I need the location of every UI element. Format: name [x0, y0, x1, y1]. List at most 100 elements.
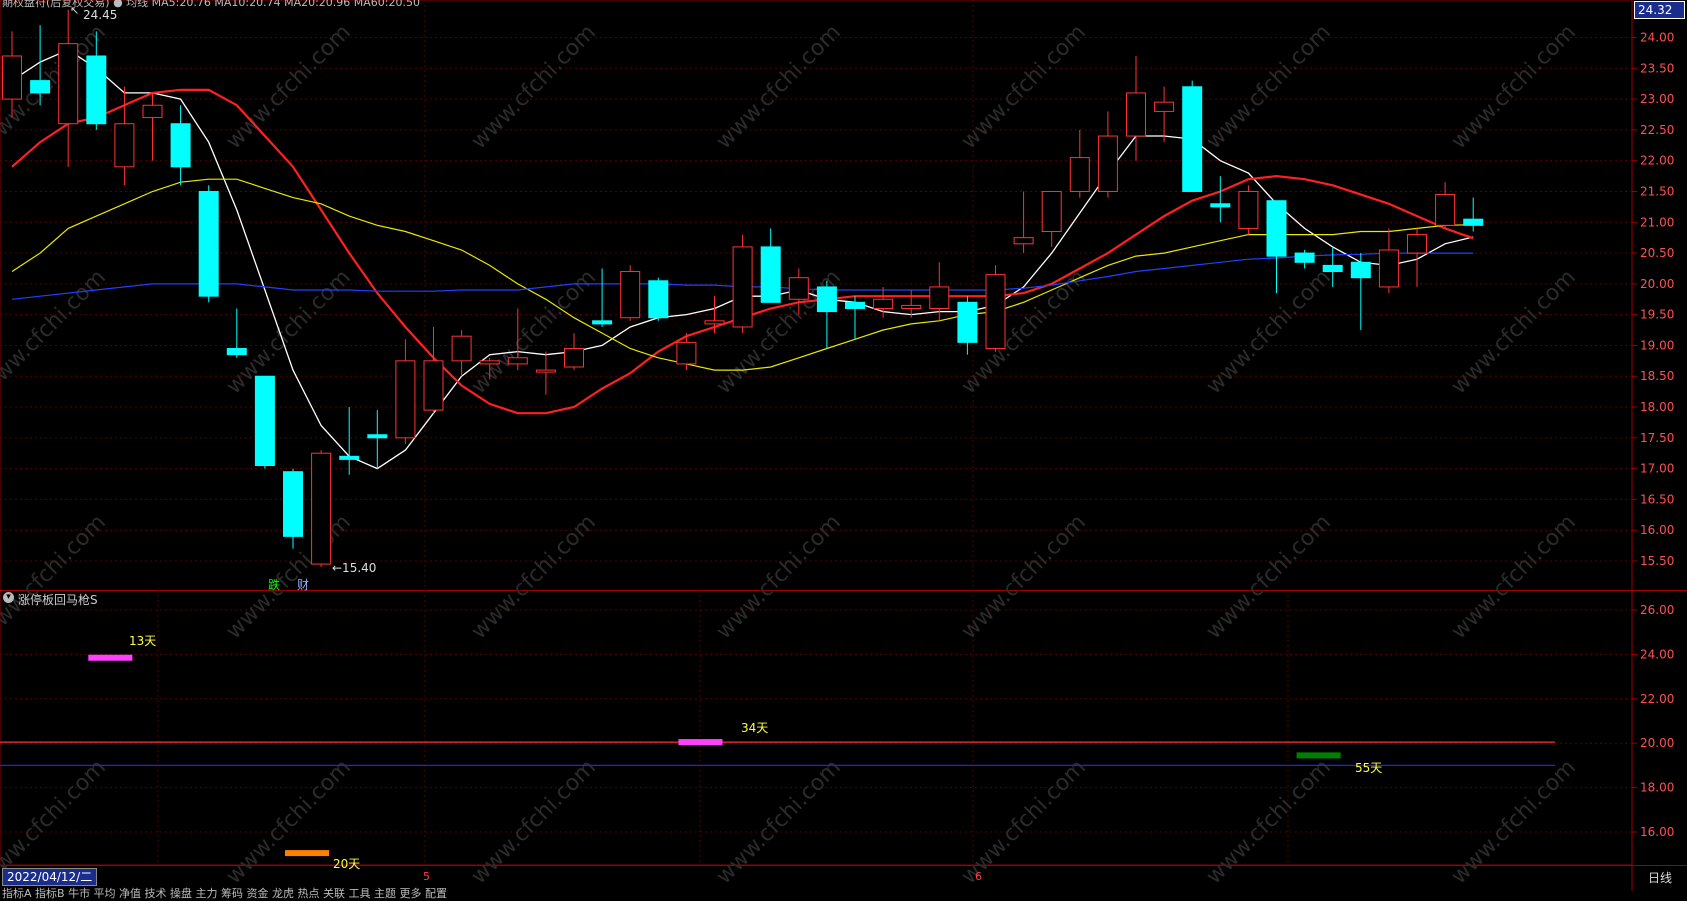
candle-body: [86, 55, 107, 125]
candle-body: [957, 301, 978, 343]
price-tick-label: 23.00: [1640, 92, 1674, 106]
candle-body: [423, 360, 444, 411]
candle-body: [676, 341, 697, 365]
candle: [1238, 185, 1259, 235]
bottom-tab-bar[interactable]: 指标A 指标B 牛市 平均 净值 技术 操盘 主力 筹码 资金 龙虎 热点 关联…: [2, 885, 447, 901]
candle-body: [620, 271, 641, 319]
candle-body: [535, 369, 556, 373]
candle: [226, 308, 247, 358]
main-panel-title: 期权盘符(后复权交易) ● 均线 MA5:20.76 MA10:20.74 MA…: [2, 0, 420, 9]
candle-body: [845, 301, 865, 309]
candle: [845, 296, 865, 340]
candle-body: [30, 80, 51, 94]
candle-body: [1097, 135, 1118, 192]
watermark-text: www.cfchi.com: [467, 755, 601, 889]
watermark-text: www.cfchi.com: [957, 20, 1091, 154]
candle: [535, 351, 556, 395]
price-tick-label: 23.50: [1640, 61, 1674, 75]
candle-body: [901, 304, 922, 309]
candle: [564, 333, 584, 371]
watermark-text: www.cfchi.com: [1447, 265, 1581, 399]
price-tick-label: 21.00: [1640, 215, 1674, 229]
high-price-label: 24.45: [83, 8, 118, 22]
candle: [648, 277, 669, 321]
watermark-text: www.cfchi.com: [712, 20, 846, 154]
candle-body: [1238, 190, 1259, 229]
candle-body: [2, 55, 22, 100]
candle: [1182, 80, 1203, 192]
candle-body: [226, 348, 247, 356]
candle-body: [1407, 234, 1427, 254]
candle-body: [1378, 249, 1399, 288]
price-tick-label: 18.50: [1640, 369, 1674, 383]
candle: [1069, 129, 1090, 198]
candle-body: [788, 277, 809, 300]
day-label-20: 20天: [333, 857, 361, 871]
candle-body: [985, 274, 1006, 350]
candle-body: [1350, 261, 1371, 279]
candle: [1097, 111, 1118, 198]
day-label-34: 34天: [741, 721, 769, 735]
candle: [339, 407, 360, 475]
candle-body: [704, 320, 725, 325]
candle-body: [1435, 194, 1456, 226]
indicator-title: 涨停板回马枪S: [18, 593, 98, 607]
candle: [367, 410, 388, 469]
watermark-text: www.cfchi.com: [1202, 20, 1336, 154]
price-tick-label: 19.50: [1640, 308, 1674, 322]
candle: [1463, 197, 1484, 232]
candle: [1407, 228, 1427, 287]
price-tick-label: 18.00: [1640, 400, 1674, 414]
candle: [142, 92, 163, 161]
stock-chart-canvas[interactable]: www.cfchi.com www.cfchi.com www.cfchi.com w…: [0, 0, 1687, 891]
badge-drop[interactable]: 跌: [268, 576, 280, 593]
price-tick-label: 22.50: [1640, 123, 1674, 137]
candle: [732, 234, 753, 334]
candle: [395, 339, 416, 444]
badge-finance[interactable]: 财: [297, 576, 309, 593]
candle: [311, 450, 332, 568]
candle-body: [929, 286, 950, 309]
price-tick-label: 19.00: [1640, 338, 1674, 352]
candle-body: [816, 286, 837, 313]
watermark-text: www.cfchi.com: [467, 20, 601, 154]
price-tick-label: 17.00: [1640, 462, 1674, 476]
signal-bar: [1296, 752, 1341, 759]
candle-body: [283, 471, 303, 537]
price-tick-label: 15.50: [1640, 554, 1674, 568]
candle-body: [1126, 92, 1146, 137]
candle: [451, 330, 472, 377]
candle: [873, 286, 894, 318]
candle-body: [1210, 203, 1231, 208]
candle-body: [1322, 264, 1343, 273]
indicator-tick-label: 16.00: [1640, 825, 1674, 839]
candle: [1041, 190, 1062, 247]
candle-body: [1069, 157, 1090, 192]
month-mark-5: 5: [423, 870, 430, 883]
candle: [254, 375, 275, 469]
candle-body: [114, 123, 135, 168]
low-price-label: ←15.40: [332, 561, 377, 575]
indicator-collapse-icon[interactable]: ▾: [3, 592, 14, 603]
candle-body: [1266, 200, 1287, 257]
price-tick-label: 17.50: [1640, 431, 1674, 445]
candle-body: [648, 280, 669, 319]
price-tick-label: 21.50: [1640, 184, 1674, 198]
period-button[interactable]: 日线: [1648, 869, 1672, 886]
candle-body: [507, 357, 528, 365]
candle: [1210, 176, 1231, 223]
candle-body: [1154, 101, 1175, 112]
candle: [283, 468, 303, 549]
candle-body: [873, 298, 894, 309]
candle-body: [1294, 252, 1315, 263]
candle: [1294, 249, 1315, 269]
watermark-text: www.cfchi.com: [0, 265, 111, 399]
candle-body: [1182, 86, 1203, 192]
candle: [620, 265, 641, 321]
watermark-layer: www.cfchi.com www.cfchi.com www.cfchi.com w…: [0, 20, 1581, 889]
watermark-text: www.cfchi.com: [1202, 755, 1336, 889]
watermark-text: www.cfchi.com: [222, 265, 356, 399]
watermark-text: www.cfchi.com: [1447, 20, 1581, 154]
price-tick-label: 20.00: [1640, 277, 1674, 291]
watermark-text: www.cfchi.com: [222, 20, 356, 154]
